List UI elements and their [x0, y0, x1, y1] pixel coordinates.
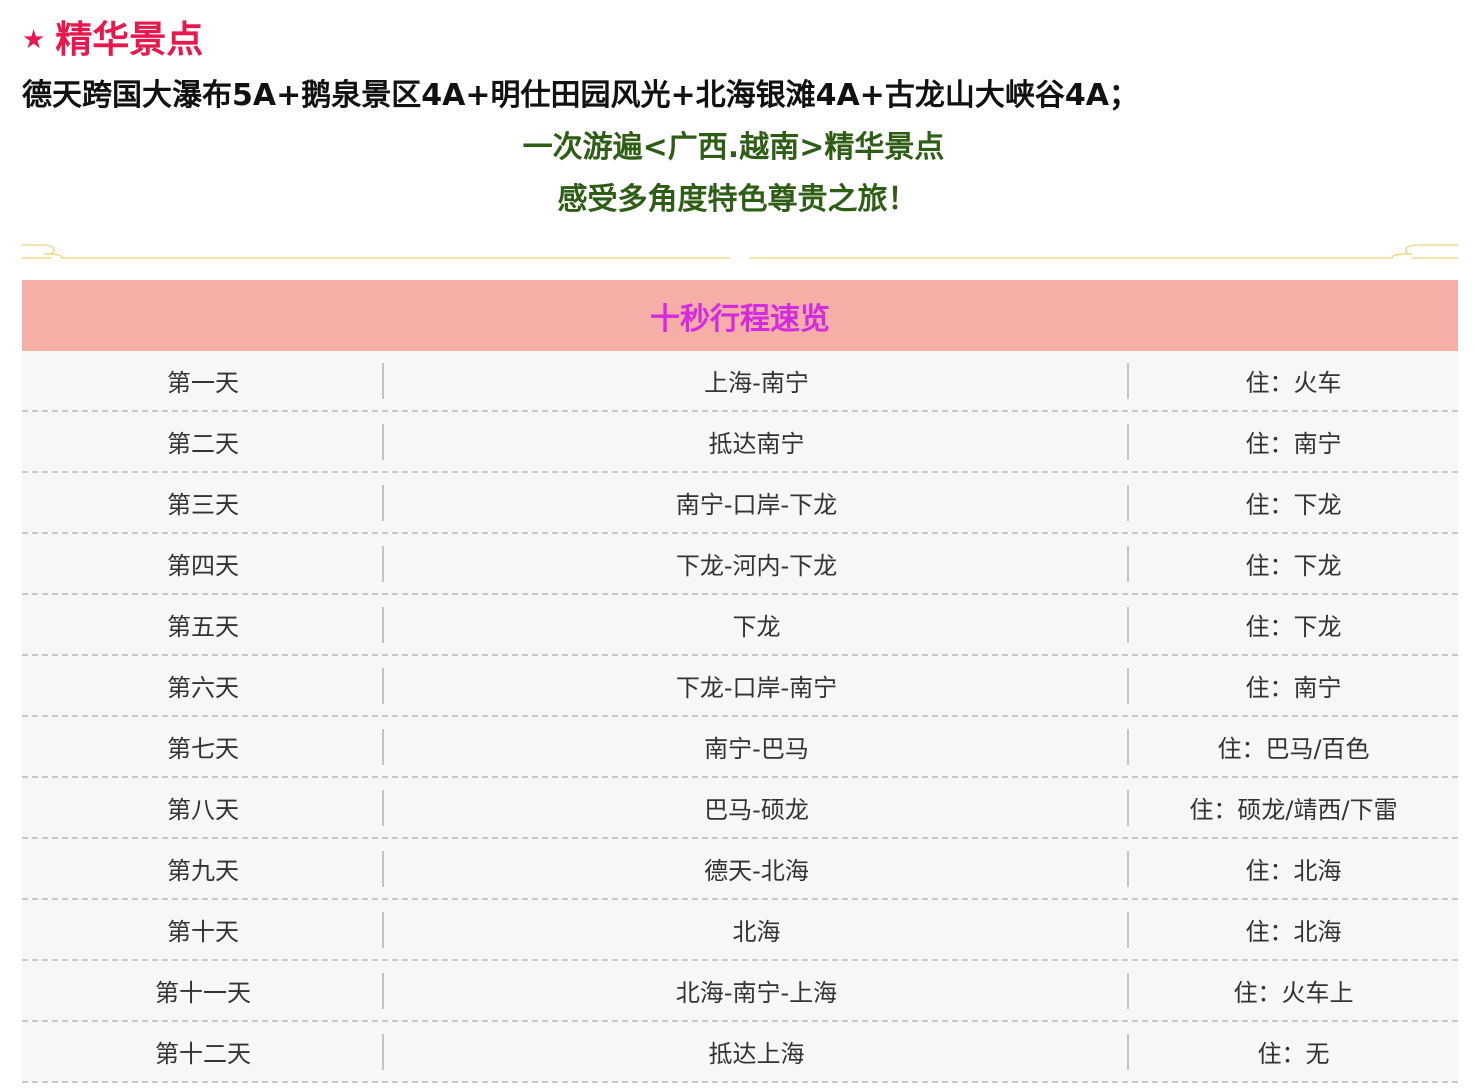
stay-cell: 住：无 — [1257, 1040, 1330, 1068]
day-cell: 第九天 — [22, 839, 384, 898]
table-row: 第六天 下龙-口岸-南宁 住：南宁 — [22, 656, 1458, 717]
itinerary-table: 第一天 上海-南宁 住：火车 第二天 抵达南宁 住：南宁 第三天 南宁-口岸-下龙 住：下龙 第四… — [22, 351, 1458, 1083]
day-cell: 第六天 — [22, 656, 384, 715]
route-cell: 下龙-口岸-南宁 — [384, 656, 1129, 715]
itinerary-title: 十秒行程速览 — [650, 301, 830, 337]
table-row: 第八天 巴马-硕龙 住：硕龙/靖西/下雷 — [22, 778, 1458, 839]
route-cell: 南宁-口岸-下龙 — [384, 473, 1129, 532]
table-row: 第一天 上海-南宁 住：火车 — [22, 351, 1458, 412]
route-cell: 北海-南宁-上海 — [384, 961, 1129, 1020]
route-cell: 上海-南宁 — [384, 351, 1129, 410]
stay-cell: 住：巴马/百色 — [1217, 735, 1370, 763]
day-cell: 第五天 — [22, 595, 384, 654]
stay-cell: 住：硕龙/靖西/下雷 — [1189, 796, 1398, 824]
route-cell: 抵达南宁 — [384, 412, 1129, 471]
ornamental-divider — [22, 244, 1458, 259]
stay-cell: 住：南宁 — [1245, 674, 1342, 702]
stay-cell: 住：火车 — [1245, 369, 1342, 397]
route-cell: 巴马-硕龙 — [384, 778, 1129, 837]
stay-cell: 住：南宁 — [1245, 430, 1342, 458]
star-icon: ★ — [22, 25, 46, 55]
stay-cell: 住：下龙 — [1245, 613, 1342, 641]
day-cell: 第八天 — [22, 778, 384, 837]
stay-cell: 住：北海 — [1245, 918, 1342, 946]
section-title-text: 精华景点 — [55, 18, 204, 61]
day-cell: 第四天 — [22, 534, 384, 593]
day-cell: 第十天 — [22, 900, 384, 959]
section-title: ★ 精华景点 — [22, 16, 203, 64]
day-cell: 第二天 — [22, 412, 384, 471]
stay-cell: 住：北海 — [1245, 857, 1342, 885]
day-cell: 第一天 — [22, 351, 384, 410]
table-row: 第十二天 抵达上海 住：无 — [22, 1022, 1458, 1083]
attractions-headline: 德天跨国大瀑布5A+鹅泉景区4A+明仕田园风光+北海银滩4A+古龙山大峡谷4A； — [22, 78, 1139, 113]
day-cell: 第七天 — [22, 717, 384, 776]
slogan-line-2: 感受多角度特色尊贵之旅！ — [557, 182, 918, 217]
day-cell: 第十一天 — [22, 961, 384, 1020]
route-cell: 下龙 — [384, 595, 1129, 654]
route-cell: 南宁-巴马 — [384, 717, 1129, 776]
table-row: 第七天 南宁-巴马 住：巴马/百色 — [22, 717, 1458, 778]
table-row: 第四天 下龙-河内-下龙 住：下龙 — [22, 534, 1458, 595]
day-cell: 第十二天 — [22, 1022, 384, 1081]
table-row: 第三天 南宁-口岸-下龙 住：下龙 — [22, 473, 1458, 534]
table-row: 第五天 下龙 住：下龙 — [22, 595, 1458, 656]
table-row: 第十一天 北海-南宁-上海 住：火车上 — [22, 961, 1458, 1022]
route-cell: 下龙-河内-下龙 — [384, 534, 1129, 593]
day-cell: 第三天 — [22, 473, 384, 532]
table-row: 第二天 抵达南宁 住：南宁 — [22, 412, 1458, 473]
route-cell: 北海 — [384, 900, 1129, 959]
stay-cell: 住：下龙 — [1245, 491, 1342, 519]
itinerary-header: 十秒行程速览 — [22, 280, 1458, 351]
stay-cell: 住：下龙 — [1245, 552, 1342, 580]
route-cell: 抵达上海 — [384, 1022, 1129, 1081]
table-row: 第十天 北海 住：北海 — [22, 900, 1458, 961]
slogan-line-1: 一次游遍<广西.越南>精华景点 — [522, 130, 945, 165]
table-row: 第九天 德天-北海 住：北海 — [22, 839, 1458, 900]
stay-cell: 住：火车上 — [1233, 979, 1354, 1007]
route-cell: 德天-北海 — [384, 839, 1129, 898]
